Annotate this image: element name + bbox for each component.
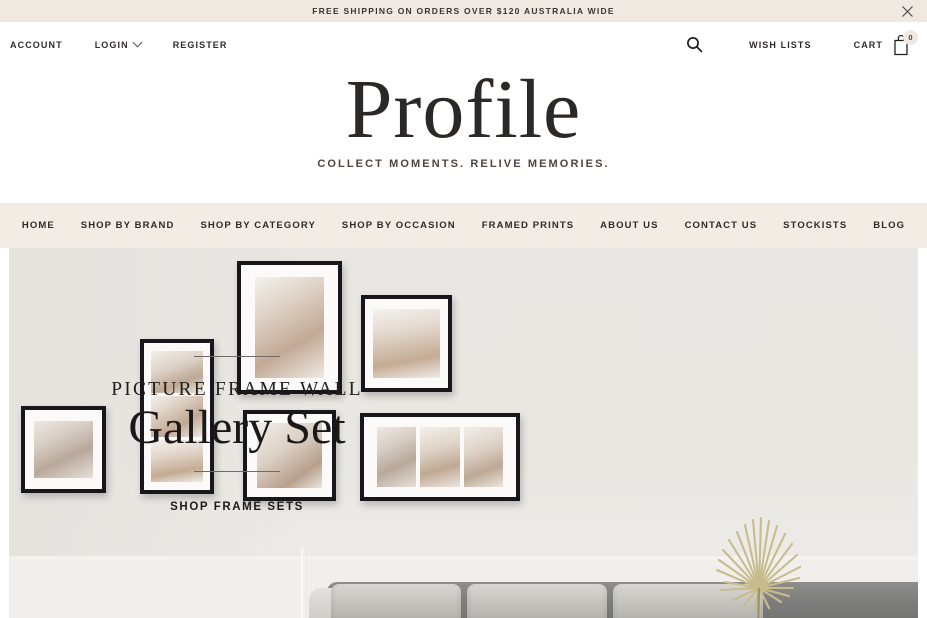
- sofa-cushion: [467, 584, 607, 618]
- hero-rule-top: [194, 356, 280, 357]
- palm-frond-decor: [699, 512, 819, 618]
- nav-item-stockists[interactable]: STOCKISTS: [770, 206, 860, 245]
- account-link-label: ACCOUNT: [10, 39, 63, 50]
- hero-banner[interactable]: PICTURE FRAME WALL Gallery Set SHOP FRAM…: [9, 248, 918, 618]
- hero-copy: PICTURE FRAME WALL Gallery Set SHOP FRAM…: [97, 356, 377, 515]
- nav-item-shop-by-category[interactable]: SHOP BY CATEGORY: [187, 206, 328, 245]
- nav-item-home[interactable]: HOME: [9, 206, 68, 245]
- frame-photo: [34, 421, 93, 478]
- logo-wordmark: Profile: [345, 63, 582, 156]
- main-navigation: HOME SHOP BY BRAND SHOP BY CATEGORY SHOP…: [0, 203, 927, 248]
- picture-frame: [21, 406, 106, 493]
- frame-photo: [377, 427, 417, 487]
- cart-link[interactable]: CART 0: [853, 29, 918, 57]
- hero-rule-bottom: [194, 471, 280, 473]
- frame-mat: [25, 410, 102, 489]
- logo-tagline: COLLECT MOMENTS. RELIVE MEMORIES.: [317, 157, 610, 170]
- utility-nav-left: ACCOUNT LOGIN REGISTER: [10, 34, 228, 56]
- register-link-label: REGISTER: [172, 39, 228, 50]
- cart-count-badge: 0: [903, 29, 918, 45]
- chevron-down-icon: [132, 37, 143, 48]
- register-link[interactable]: REGISTER: [173, 34, 228, 56]
- announcement-text: FREE SHIPPING ON ORDERS OVER $120 AUSTRA…: [312, 6, 615, 16]
- picture-frame: [360, 413, 520, 501]
- nav-item-blog[interactable]: BLOG: [860, 206, 918, 245]
- nav-item-shop-by-occasion[interactable]: SHOP BY OCCASION: [329, 206, 469, 245]
- glass-panel: [301, 548, 307, 618]
- announcement-bar: FREE SHIPPING ON ORDERS OVER $120 AUSTRA…: [0, 0, 927, 22]
- nav-item-framed-prints[interactable]: FRAMED PRINTS: [469, 206, 587, 245]
- nav-item-about-us[interactable]: ABOUT US: [587, 206, 671, 245]
- utility-nav: ACCOUNT LOGIN REGISTER WISH LISTS CART 0: [0, 22, 927, 67]
- frame-mat: [364, 417, 516, 497]
- hero-kicker: PICTURE FRAME WALL: [111, 379, 363, 400]
- close-icon[interactable]: [899, 3, 915, 19]
- cart-label: CART: [853, 39, 883, 50]
- frame-photo: [420, 427, 460, 487]
- nav-item-contact-us[interactable]: CONTACT US: [672, 206, 771, 245]
- frame-photo: [463, 427, 503, 487]
- hero-headline: Gallery Set: [128, 401, 346, 454]
- frame-mat: [365, 299, 448, 388]
- login-link-label: LOGIN: [94, 39, 129, 50]
- site-logo[interactable]: Profile COLLECT MOMENTS. RELIVE MEMORIES…: [0, 63, 927, 170]
- site-header: ACCOUNT LOGIN REGISTER WISH LISTS CART 0…: [0, 22, 927, 203]
- shop-frame-sets-button[interactable]: SHOP FRAME SETS: [170, 501, 304, 513]
- login-link[interactable]: LOGIN: [94, 34, 143, 56]
- utility-nav-right: WISH LISTS CART 0: [681, 29, 918, 58]
- nav-item-shop-by-brand[interactable]: SHOP BY BRAND: [68, 206, 188, 245]
- search-icon[interactable]: [681, 32, 707, 58]
- wish-lists-link[interactable]: WISH LISTS: [749, 40, 812, 50]
- sofa-cushion: [331, 584, 461, 618]
- frame-photo: [373, 309, 440, 378]
- account-link[interactable]: ACCOUNT: [10, 34, 63, 56]
- shopping-bag-icon: 0: [891, 29, 918, 57]
- hero-banner-wrapper: PICTURE FRAME WALL Gallery Set SHOP FRAM…: [0, 248, 927, 618]
